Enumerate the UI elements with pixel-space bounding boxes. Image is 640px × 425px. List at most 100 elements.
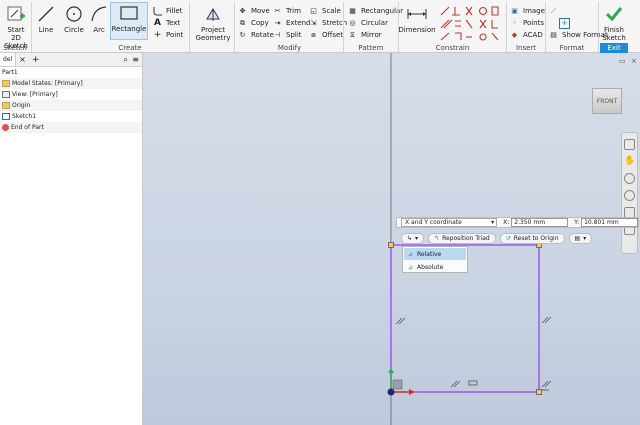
scale-button[interactable]: ◱ Scale <box>308 5 341 17</box>
pan-icon[interactable]: ✋ <box>624 156 635 167</box>
tree-label: Sketch1 <box>12 113 37 120</box>
image-button[interactable]: ▣ Image <box>509 5 545 17</box>
split-label: Split <box>286 31 302 39</box>
circular-pattern-icon: ◎ <box>349 19 356 27</box>
y-value: 10.801 mm <box>584 219 619 226</box>
extend-label: Extend <box>286 19 311 27</box>
acad-button[interactable]: ◆ ACAD <box>509 29 543 41</box>
rectangle-label: Rectangle <box>111 25 147 33</box>
move-icon: ✥ <box>239 7 246 15</box>
offset-button[interactable]: ⧈ Offset <box>308 29 343 41</box>
mirror-button[interactable]: ⧖ Mirror <box>347 29 382 41</box>
mini-toolbar: ↳ ▾ ↰ Reposition Triad ↺ Reset to Origin… <box>401 233 596 244</box>
split-icon: ⊣ <box>274 31 281 39</box>
stretch-button[interactable]: ⇲ Stretch <box>308 17 348 29</box>
panel-label-exit: Exit <box>600 43 628 53</box>
dimension-button[interactable]: Dimension <box>398 4 436 34</box>
circular-pattern-button[interactable]: ◎ Circular <box>347 17 388 29</box>
options-icon: ▤ <box>574 235 581 242</box>
tree-item-sketch1[interactable]: Sketch1 <box>0 111 142 122</box>
corner-point <box>536 389 542 395</box>
copy-button[interactable]: ⧉ Copy <box>237 17 269 29</box>
arc-label: Arc <box>93 26 105 34</box>
copy-label: Copy <box>251 19 269 27</box>
dimension-icon <box>406 4 428 24</box>
chevron-down-icon: ▾ <box>415 235 419 242</box>
rectangular-pattern-button[interactable]: ▦ Rectangular <box>347 5 403 17</box>
browser-tab[interactable]: del <box>0 53 17 66</box>
finish-sketch-button[interactable]: Finish Sketch <box>600 4 628 42</box>
project-geometry-button[interactable]: Project Geometry <box>194 4 232 42</box>
tree-item-end-of-part[interactable]: End of Part <box>0 122 142 133</box>
constraint-icons[interactable] <box>438 4 502 42</box>
orbit-icon[interactable] <box>624 190 635 201</box>
folder-icon <box>2 102 10 109</box>
search-icon[interactable]: ⌕ <box>124 55 128 65</box>
scale-label: Scale <box>322 7 341 15</box>
rotate-button[interactable]: ↻ Rotate <box>237 29 274 41</box>
tree-item-model-states[interactable]: Model States: [Primary] <box>0 78 142 89</box>
coordinate-mode-select[interactable]: X and Y coordinate ▾ <box>401 218 498 227</box>
menu-item-relative[interactable]: ⊿ Relative <box>404 248 466 260</box>
scale-icon: ◱ <box>310 7 317 15</box>
panel-label-modify: Modify <box>277 44 302 52</box>
browser-close-icon[interactable]: × <box>16 55 29 64</box>
mirror-label: Mirror <box>361 31 382 39</box>
tree-item-view[interactable]: View: [Primary] <box>0 89 142 100</box>
y-coordinate-input[interactable]: 10.801 mm <box>581 218 639 227</box>
view-icon <box>2 91 10 98</box>
offset-icon: ⧈ <box>311 30 316 39</box>
reset-to-origin-button[interactable]: ↺ Reset to Origin <box>499 233 565 244</box>
viewcube[interactable]: FRONT <box>592 88 622 114</box>
graphics-canvas[interactable]: ▭ × FRONT ✋ X and Y coordinate ▾ X: 2.35… <box>143 53 640 425</box>
trim-button[interactable]: ✂ Trim <box>272 5 301 17</box>
split-button[interactable]: ⊣ Split <box>272 29 302 41</box>
arc-button[interactable]: Arc <box>89 4 109 34</box>
tree-item-origin[interactable]: Origin <box>0 100 142 111</box>
options-dropdown-button[interactable]: ▤ ▾ <box>568 233 593 244</box>
rectangular-label: Rectangular <box>361 7 404 15</box>
sketch-icon <box>2 113 10 120</box>
restore-icon[interactable]: ▭ <box>619 57 626 65</box>
image-label: Image <box>523 7 545 15</box>
absolute-label: Absolute <box>417 263 444 271</box>
steering-wheel-icon[interactable] <box>624 139 635 150</box>
reposition-triad-label: Reposition Triad <box>442 235 490 242</box>
points-button[interactable]: ⁘ Points <box>509 17 544 29</box>
text-button[interactable]: A Text <box>152 17 180 29</box>
format-construction-button[interactable]: ⟋ <box>548 5 562 17</box>
menu-item-absolute[interactable]: ⊿ Absolute <box>404 261 466 273</box>
navigation-bar[interactable]: ✋ <box>621 132 638 254</box>
format-centerline-button[interactable]: + <box>559 17 573 29</box>
panel-label-create: Create <box>118 44 142 52</box>
precise-input-mode-button[interactable]: ↳ ▾ <box>401 233 425 244</box>
add-tab-icon[interactable]: + <box>29 55 43 65</box>
close-icon[interactable]: × <box>631 57 637 65</box>
fillet-icon <box>152 6 163 17</box>
zoom-icon[interactable] <box>624 173 635 184</box>
menu-icon[interactable]: ≡ <box>132 55 139 64</box>
reset-origin-icon: ↺ <box>505 235 511 242</box>
extend-button[interactable]: ⇥ Extend <box>272 17 311 29</box>
reposition-triad-button[interactable]: ↰ Reposition Triad <box>428 233 496 244</box>
tree-item-part[interactable]: Part1 <box>0 67 142 78</box>
tree-label: Part1 <box>2 69 18 76</box>
point-button[interactable]: + Point <box>152 29 184 41</box>
input-mode-menu: ⊿ Relative ⊿ Absolute <box>402 246 468 273</box>
acad-label: ACAD <box>523 31 543 39</box>
line-button[interactable]: Line <box>34 4 58 34</box>
centerline-icon: + <box>559 17 570 29</box>
ribbon: Start 2D Sketch Sketch Line Circle Arc R… <box>0 0 640 53</box>
trim-icon: ✂ <box>274 7 281 15</box>
fillet-button[interactable]: Fillet <box>152 5 182 17</box>
show-format-icon: ▤ <box>550 31 557 39</box>
relative-icon: ⊿ <box>408 250 414 258</box>
move-button[interactable]: ✥ Move <box>237 5 270 17</box>
circle-button[interactable]: Circle <box>61 4 87 34</box>
x-coordinate-input[interactable]: 2.350 mm <box>511 218 569 227</box>
chevron-down-icon: ▾ <box>583 235 587 242</box>
checkmark-icon <box>603 4 625 24</box>
panel-label-pattern: Pattern <box>358 44 384 52</box>
rectangle-button[interactable]: Rectangle <box>110 2 148 40</box>
chevron-down-icon: ▾ <box>491 219 495 226</box>
